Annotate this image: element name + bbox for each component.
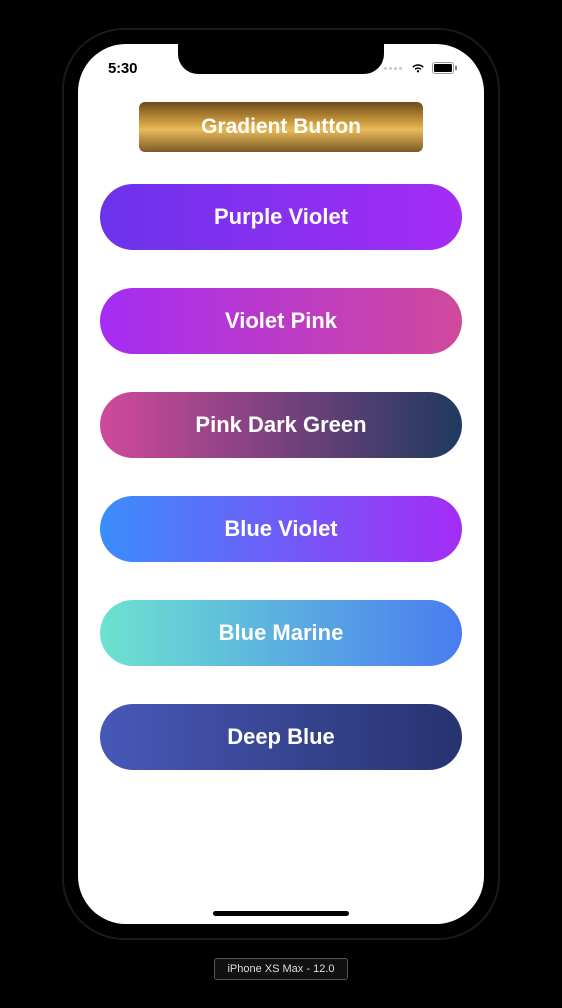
- button-label: Deep Blue: [227, 724, 335, 750]
- cell-signal-icon: [384, 67, 402, 70]
- battery-icon: [432, 62, 458, 74]
- button-label: Blue Violet: [224, 516, 337, 542]
- gradient-button-title-label: Gradient Button: [201, 115, 361, 139]
- screen: 5:30 Gradient Button Purple Violet: [78, 44, 484, 924]
- status-time: 5:30: [108, 60, 137, 77]
- purple-violet-button[interactable]: Purple Violet: [100, 184, 462, 250]
- notch: [178, 44, 384, 74]
- wifi-icon: [410, 62, 426, 74]
- deep-blue-button[interactable]: Deep Blue: [100, 704, 462, 770]
- status-icons: [384, 62, 458, 74]
- violet-pink-button[interactable]: Violet Pink: [100, 288, 462, 354]
- device-frame: 5:30 Gradient Button Purple Violet: [62, 28, 500, 940]
- blue-marine-button[interactable]: Blue Marine: [100, 600, 462, 666]
- mute-switch: [56, 178, 62, 213]
- power-button: [500, 246, 506, 344]
- volume-down: [56, 318, 62, 380]
- volume-up: [56, 240, 62, 302]
- content-area: Gradient Button Purple Violet Violet Pin…: [78, 88, 484, 770]
- pink-dark-green-button[interactable]: Pink Dark Green: [100, 392, 462, 458]
- button-label: Purple Violet: [214, 204, 348, 230]
- device-label: iPhone XS Max - 12.0: [214, 958, 347, 980]
- button-label: Violet Pink: [225, 308, 337, 334]
- blue-violet-button[interactable]: Blue Violet: [100, 496, 462, 562]
- button-label: Pink Dark Green: [195, 412, 366, 438]
- gradient-button-title[interactable]: Gradient Button: [139, 102, 423, 152]
- home-indicator[interactable]: [213, 911, 349, 916]
- button-label: Blue Marine: [219, 620, 344, 646]
